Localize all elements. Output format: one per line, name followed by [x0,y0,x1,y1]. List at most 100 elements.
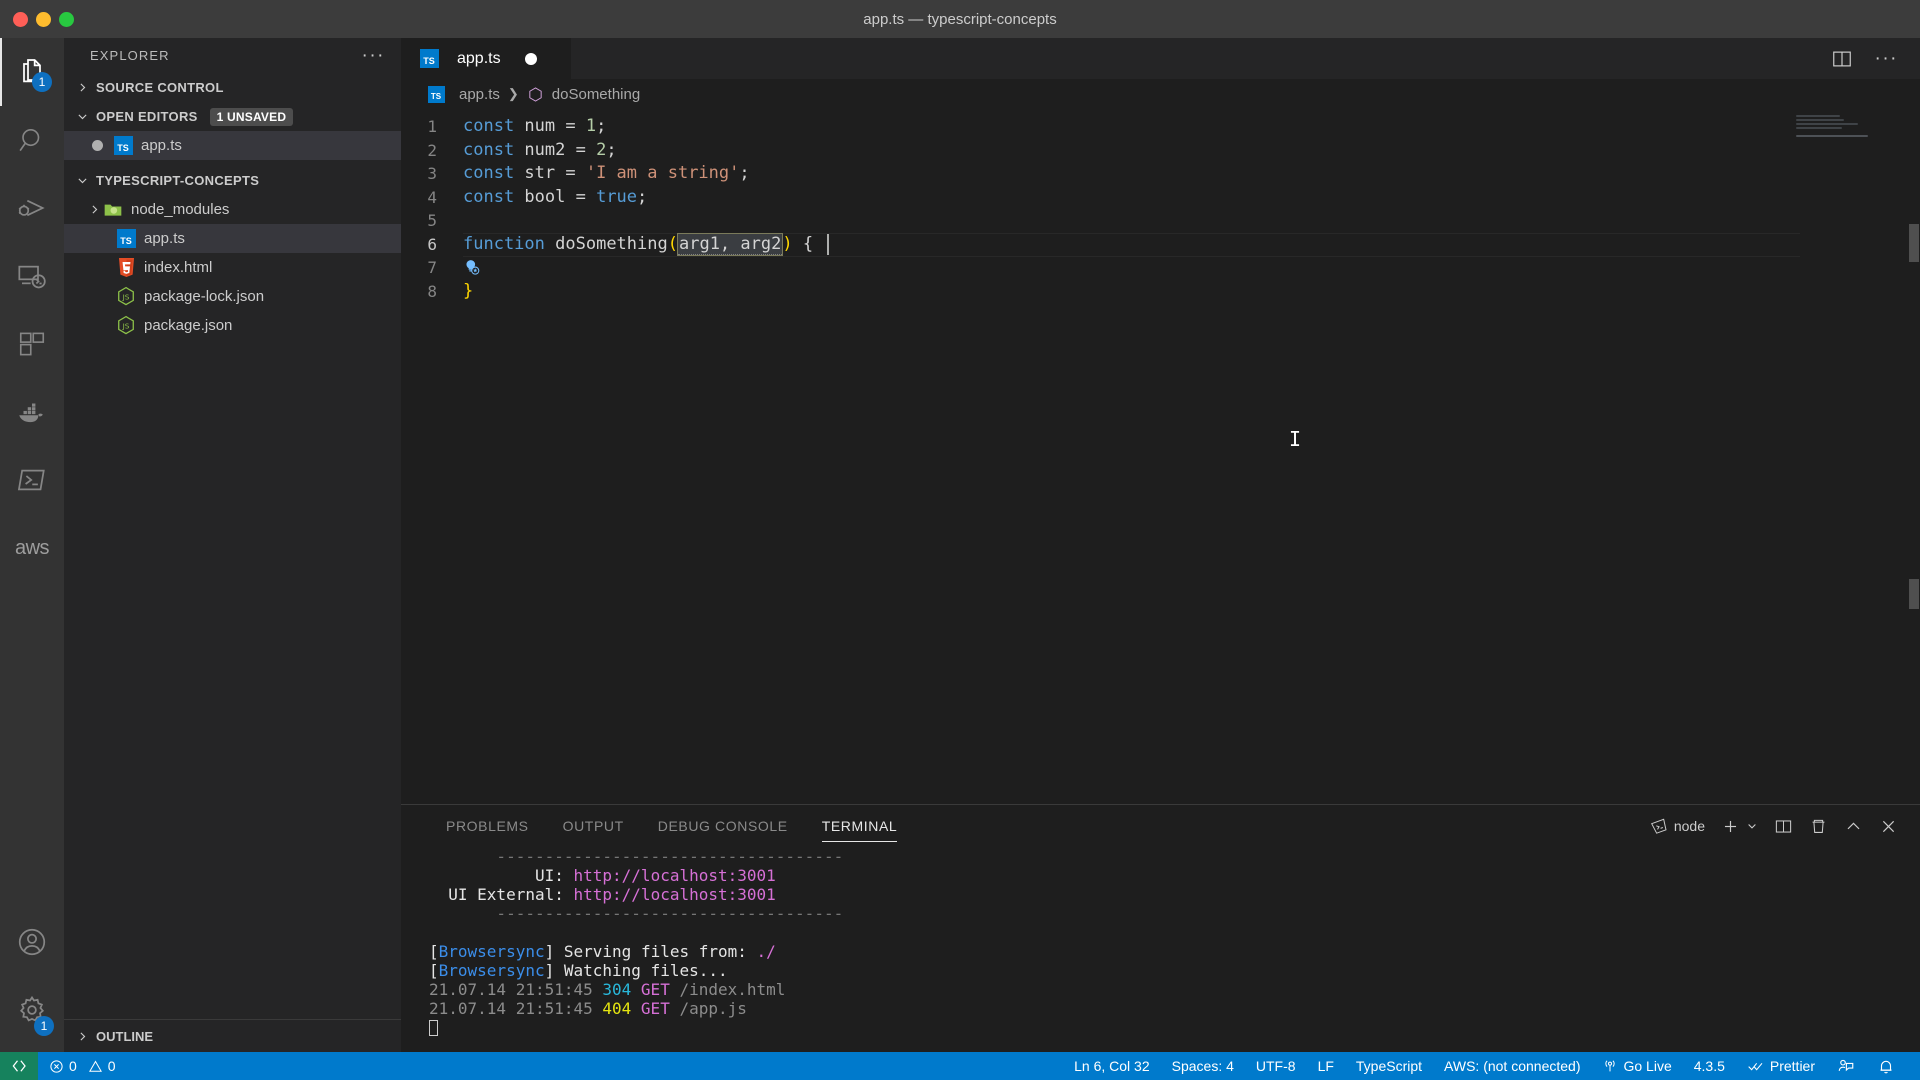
chevron-right-icon[interactable] [86,202,102,218]
file-label: node_modules [131,201,230,218]
terminal-output[interactable]: ------------------------------------ UI:… [401,847,1920,1052]
activity-aws-toolkit[interactable]: aws [0,514,64,582]
tab-problems[interactable]: PROBLEMS [429,805,546,847]
activity-manage-settings[interactable]: 1 [0,976,64,1044]
tab-terminal[interactable]: TERMINAL [805,805,915,847]
section-label: SOURCE CONTROL [96,80,224,95]
chevron-right-icon [74,1028,90,1044]
minimize-window-button[interactable] [36,11,51,27]
code-editor[interactable]: 1 const num = 1; 2 const num2 = 2; 3 const … [401,109,1920,804]
activity-explorer[interactable]: 1 [0,38,64,106]
maximize-panel-button[interactable] [1844,817,1863,836]
status-feedback[interactable] [1826,1052,1866,1080]
nodejs-glyph: JS [118,286,134,306]
section-project-root[interactable]: TYPESCRIPT-CONCEPTS [64,166,401,195]
chevron-down-icon [74,109,90,125]
kill-terminal-button[interactable] [1809,817,1828,836]
sidebar-more-actions-icon[interactable]: ··· [362,46,385,65]
tab-output[interactable]: OUTPUT [546,805,641,847]
status-language-mode[interactable]: TypeScript [1345,1052,1433,1080]
tab-dirty-indicator[interactable] [524,52,537,65]
extensions-icon [19,332,45,356]
typescript-file-icon: TS [112,135,134,157]
split-terminal-button[interactable] [1774,817,1793,836]
terminal-line: 21.07.14 21:51:45 404 GET /app.js [429,999,747,1018]
panel-actions: node [1650,817,1920,836]
html-file-icon [115,257,137,279]
breadcrumb-file[interactable]: app.ts [459,86,500,103]
editor-scrollbar[interactable] [1906,109,1920,804]
status-prettier[interactable]: Prettier [1736,1052,1826,1080]
activity-extensions[interactable] [0,310,64,378]
tree-item-index-html[interactable]: index.html [64,253,401,282]
status-go-live[interactable]: Go Live [1591,1052,1682,1080]
remote-host-indicator[interactable] [0,1052,38,1080]
line-text: const str = 'I am a string'; [463,163,750,183]
line-number: 4 [427,187,437,207]
plus-icon [1724,820,1737,832]
open-editor-item-app-ts[interactable]: TS app.ts [64,131,401,160]
close-window-button[interactable] [13,11,28,27]
maximize-window-button[interactable] [59,11,74,27]
terminal-line: ------------------------------------ [429,904,844,923]
code-line: 5 [401,209,1920,275]
more-actions-icon[interactable]: ··· [1875,49,1898,68]
status-problems[interactable]: 0 0 [38,1052,127,1080]
new-terminal-button[interactable] [1721,817,1758,836]
activity-run-debug[interactable] [0,174,64,242]
status-indentation[interactable]: Spaces: 4 [1161,1052,1245,1080]
code-line: 1 const num = 1; [401,115,1920,139]
activity-remote-explorer[interactable] [0,242,64,310]
tree-item-app-ts[interactable]: TS app.ts [64,224,401,253]
editor-actions: ··· [1831,38,1920,79]
tab-label: app.ts [457,49,501,67]
section-source-control[interactable]: SOURCE CONTROL [64,73,401,102]
terminal-cursor [429,1020,438,1036]
window-title: app.ts — typescript-concepts [863,10,1057,28]
tree-item-node-modules[interactable]: node_modules [64,195,401,224]
activity-search[interactable] [0,106,64,174]
terminal-shell-selector[interactable]: node [1650,818,1705,835]
status-version[interactable]: 4.3.5 [1683,1052,1736,1080]
line-number: 1 [427,117,437,136]
status-eol[interactable]: LF [1307,1052,1345,1080]
unsaved-dot-icon [92,140,103,151]
line-text: } [463,280,474,301]
split-editor-icon[interactable] [1831,48,1853,70]
selected-parameters[interactable]: arg1, arg2 [676,232,784,256]
breadcrumb-symbol[interactable]: doSomething [552,86,640,103]
close-panel-button[interactable] [1879,817,1898,836]
html5-glyph [118,258,134,277]
status-encoding[interactable]: UTF-8 [1245,1052,1307,1080]
window-controls[interactable] [0,11,74,27]
debug-icon [18,199,45,217]
terminal-line: [Browsersync] Serving files from: ./ [429,942,776,961]
tree-item-package-lock-json[interactable]: JS package-lock.json [64,282,401,311]
section-outline[interactable]: OUTLINE [64,1019,401,1052]
chevron-down-icon [1748,824,1756,829]
activity-accounts[interactable] [0,908,64,976]
file-label: package.json [144,317,233,334]
svg-text:JS: JS [122,293,130,302]
terminal-line: UI External: http://localhost:3001 [429,885,776,904]
activity-docker[interactable] [0,378,64,446]
unsaved-count-badge: 1 UNSAVED [209,107,294,126]
tab-debug-console[interactable]: DEBUG CONSOLE [641,805,805,847]
sidebar-explorer: EXPLORER ··· SOURCE CONTROL OPEN EDITORS… [64,38,401,1052]
section-open-editors[interactable]: OPEN EDITORS 1 UNSAVED [64,102,401,131]
trash-icon [1812,819,1825,833]
quick-fix-lightbulb-icon[interactable] [463,211,482,275]
status-cursor-position[interactable]: Ln 6, Col 32 [1063,1052,1161,1080]
status-aws-connection[interactable]: AWS: (not connected) [1433,1052,1591,1080]
typescript-file-icon: TS [425,83,447,105]
explorer-badge: 1 [32,72,52,92]
activity-powershell[interactable] [0,446,64,514]
tab-app-ts[interactable]: TS app.ts [401,38,571,79]
status-notifications[interactable] [1866,1052,1906,1080]
tree-item-package-json[interactable]: JS package.json [64,311,401,340]
text-caret [827,233,829,255]
code-content[interactable]: 1 const num = 1; 2 const num2 = 2; 3 const … [401,109,1920,303]
minimap[interactable] [1796,115,1906,155]
aws-icon: aws [14,536,50,559]
